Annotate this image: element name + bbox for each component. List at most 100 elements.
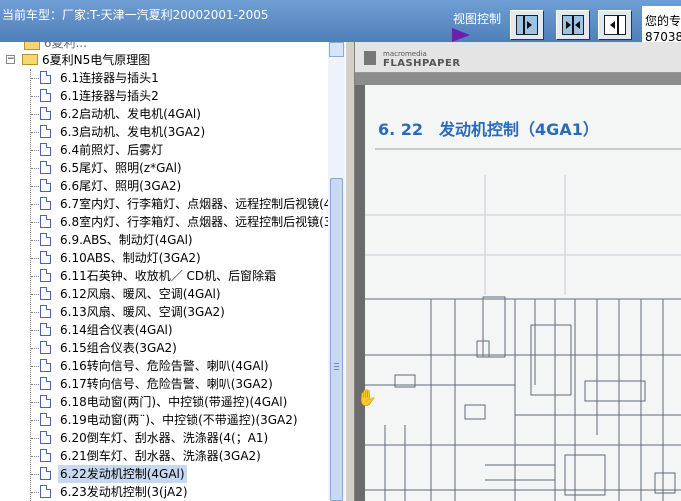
tree-guide-line (31, 78, 39, 80)
document-icon (40, 305, 51, 318)
document-page[interactable] (365, 85, 681, 501)
document-icon (40, 197, 51, 210)
layout-left-icon (516, 15, 538, 35)
tree-guide-line (31, 294, 39, 296)
panel-splitter[interactable] (345, 42, 355, 501)
document-icon (40, 287, 51, 300)
tree-item[interactable]: 6.16转向信号、危险告警、喇叭(4GAl) (0, 357, 328, 375)
document-icon (40, 161, 51, 174)
folder-icon (24, 42, 40, 50)
tree-guide-line (31, 312, 39, 314)
page-title: 6. 22 发动机控制（4GA1） (378, 120, 599, 139)
document-icon (40, 215, 51, 228)
tree-item[interactable]: 6.18电动窗(两门)、中控锁(带遥控)(4GAl) (0, 393, 328, 411)
wiring-diagram (365, 148, 681, 501)
flashpaper-logo-icon (364, 51, 376, 65)
tree-item[interactable]: 6.15组合仪表(3GA2) (0, 339, 328, 357)
document-icon (40, 485, 51, 498)
tree-item[interactable]: 6.6尾灯、照明(3GA2) (0, 177, 328, 195)
tree-item[interactable]: 6.10ABS、制动灯(3GA2) (0, 249, 328, 267)
tree-item[interactable]: 6.20倒车灯、刮水器、洗涤器(4(；A1) (0, 429, 328, 447)
tree-folder-row[interactable]: − 6夏利N5电气原理图 (0, 51, 328, 69)
view-right-panel-button[interactable] (598, 10, 632, 40)
tree-item[interactable]: 6.23发动机控制(3(jA2) (0, 483, 328, 501)
view-left-panel-button[interactable] (510, 10, 544, 40)
tree-item-label: 6.15组合仪表(3GA2) (60, 341, 177, 355)
tree-item-label: 6.1连接器与插头2 (60, 89, 159, 103)
layout-right-icon (604, 15, 626, 35)
tree-item[interactable]: 6.3启动机、发电机(3GA2) (0, 123, 328, 141)
tree-guide-line (31, 384, 39, 386)
tree-item-label: 6.13风扇、暖风、空调(3GA2) (60, 305, 225, 319)
tree-item-label: 6.16转向信号、危险告警、喇叭(4GAl) (60, 359, 269, 373)
tree-item[interactable]: 6.1连接器与插头2 (0, 87, 328, 105)
tree-guide-line (31, 438, 39, 440)
tree-item-label: 6.10ABS、制动灯(3GA2) (60, 251, 201, 265)
tree-guide-line (31, 222, 39, 224)
tree-guide-line (31, 456, 39, 458)
tree-guide-line (31, 240, 39, 242)
tree-item-label: 6.21倒车灯、刮水器、洗涤器(3GA2) (60, 449, 261, 463)
tree-guide-line (31, 402, 39, 404)
tree-item[interactable]: 6.9.ABS、制动灯(4GAl) (0, 231, 328, 249)
document-icon (40, 233, 51, 246)
tree-item[interactable]: 6.17转向信号、危险告警、喇叭(3GA2) (0, 375, 328, 393)
tree-item[interactable]: 6.12风扇、暖风、空调(4GAl) (0, 285, 328, 303)
tree-guide-line (31, 204, 39, 206)
document-icon (40, 359, 51, 372)
collapse-icon[interactable]: − (6, 55, 15, 64)
tree-guide-line (31, 474, 39, 476)
current-car-model-label: 当前车型：厂家:T-天津一汽夏利20002001-2005 (2, 8, 269, 22)
tree-item[interactable]: 6.13风扇、暖风、空调(3GA2) (0, 303, 328, 321)
tree-item[interactable]: 6.7室内灯、行李箱灯、点烟器、远程控制后视镜(4 (0, 195, 331, 213)
layout-split-icon (562, 15, 584, 35)
document-icon (40, 179, 51, 192)
tree-guide-line (31, 114, 39, 116)
tree-item-label: 6.23发动机控制(3(jA2) (60, 485, 188, 499)
tree-item[interactable]: 6.2启动机、发电机(4GAl) (0, 105, 328, 123)
tree-item-label: 6.11石英钟、收放机／ CD机、后窗除霜 (60, 269, 277, 283)
document-icon (40, 251, 51, 264)
tree-item[interactable]: 6.4前照灯、后雾灯 (0, 141, 328, 159)
document-icon (40, 413, 51, 426)
tree-guide-line (31, 186, 39, 188)
tree-guide-line (31, 348, 39, 350)
document-icon (40, 107, 51, 120)
document-icon (40, 395, 51, 408)
tree-item-label: 6.4前照灯、后雾灯 (60, 143, 164, 157)
document-icon (40, 467, 51, 480)
document-icon (40, 323, 51, 336)
tree-item-label: 6.3启动机、发电机(3GA2) (60, 125, 206, 139)
tree-guide-line (31, 132, 39, 134)
tree-item[interactable]: 6.14组合仪表(4GAl) (0, 321, 328, 339)
welcome-text: 您的专 (645, 14, 681, 28)
hand-cursor-icon: ✋ (357, 388, 377, 407)
tree-item[interactable]: 6.1连接器与插头1 (0, 69, 328, 87)
folder-label: 6夏利N5电气原理图 (42, 53, 151, 67)
tree-item[interactable]: 6.21倒车灯、刮水器、洗涤器(3GA2) (0, 447, 328, 465)
tree-guide-line (31, 168, 39, 170)
view-control-label: 视图控制 (453, 12, 502, 26)
scroll-up-button[interactable] (329, 42, 344, 57)
tree-item[interactable]: 6.11石英钟、收放机／ CD机、后窗除霜 (0, 267, 328, 285)
tree-guide-line (31, 366, 39, 368)
tree-item[interactable]: 6.8室内灯、行李箱灯、点烟器、远程控制后视镜(3 (0, 213, 331, 231)
document-tree[interactable]: 6夏利... − 6夏利N5电气原理图 6.1连接器与插头1 6.1连接器与插头2… (0, 42, 345, 501)
flashpaper-label: FLASHPAPER (383, 58, 461, 69)
tree-item[interactable]: 6.22发动机控制(4GAl) (0, 465, 328, 483)
view-split-button[interactable] (556, 10, 590, 40)
tree-guide-line (31, 492, 39, 494)
scroll-thumb[interactable] (330, 178, 343, 501)
tree-item-label: 6.7室内灯、行李箱灯、点烟器、远程控制后视镜(4 (60, 197, 332, 211)
tree-guide-line (31, 276, 39, 278)
tree-item-label: 6.5尾灯、照明(z*GAl) (60, 161, 182, 175)
tree-item-label: 6.6尾灯、照明(3GA2) (60, 179, 182, 193)
tree-item-label: 6.1连接器与插头1 (60, 71, 159, 85)
tree-item[interactable]: 6.5尾灯、照明(z*GAl) (0, 159, 328, 177)
document-icon (40, 431, 51, 444)
tree-item[interactable]: 6.19电动窗(两¨)、中控锁(不带遥控)(3GA2) (0, 411, 328, 429)
tree-guide-line (31, 96, 39, 98)
document-icon (40, 341, 51, 354)
macromedia-label: macromedia (383, 50, 427, 58)
play-arrow-icon[interactable] (452, 28, 470, 42)
